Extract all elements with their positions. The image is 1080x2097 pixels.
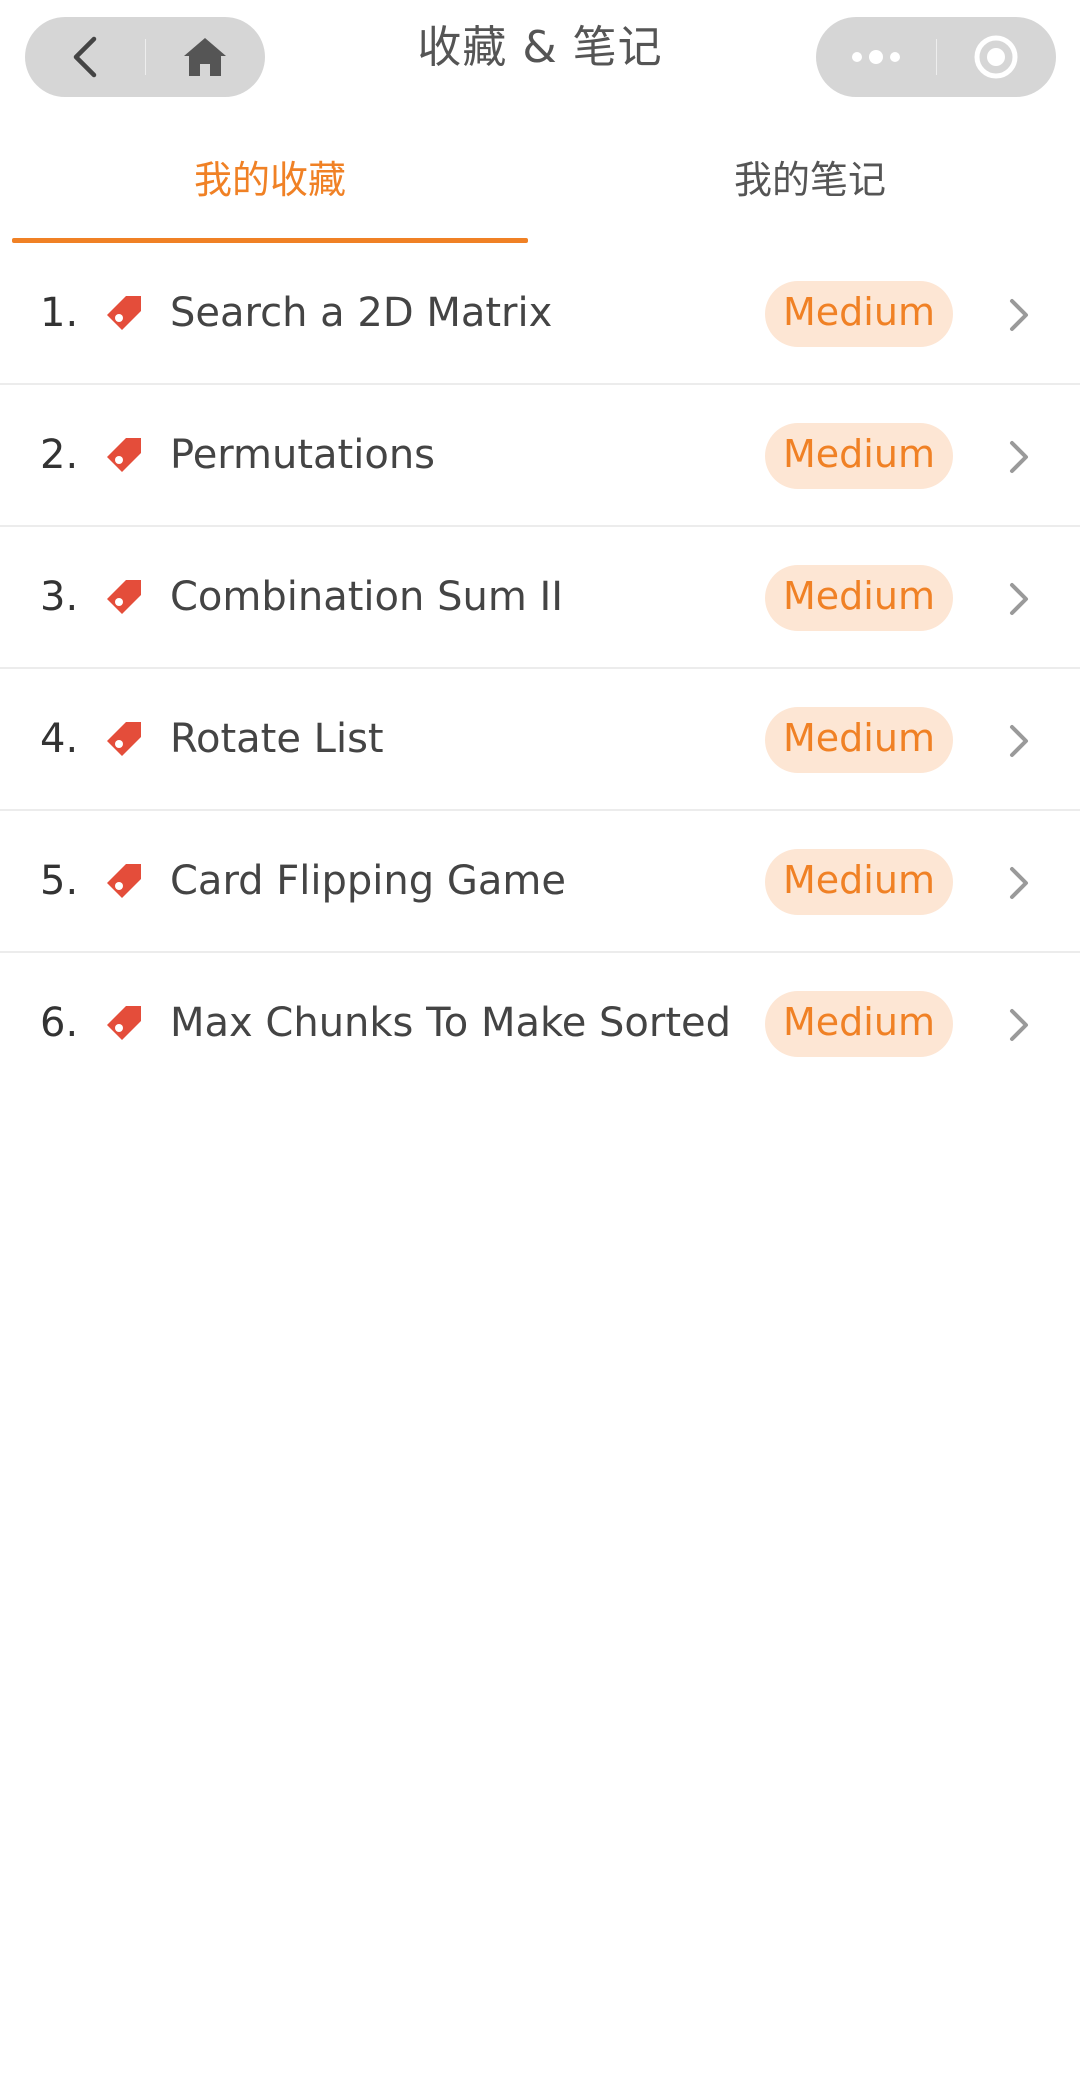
list-item[interactable]: 4. Rotate List Medium — [0, 669, 1080, 811]
capsule-close-icon — [974, 35, 1018, 79]
close-miniprogram-button[interactable] — [936, 17, 1056, 97]
chevron-right-icon — [1010, 725, 1028, 757]
back-arrow-icon — [73, 36, 97, 78]
home-button[interactable] — [145, 17, 265, 97]
item-number: 2. — [40, 432, 79, 478]
tab-my-notes[interactable]: 我的笔记 — [540, 130, 1080, 244]
more-dots-icon — [852, 50, 900, 64]
difficulty-badge: Medium — [765, 849, 953, 915]
chevron-right-icon — [1010, 299, 1028, 331]
right-capsule — [816, 17, 1056, 97]
list-item[interactable]: 1. Search a 2D Matrix Medium — [0, 243, 1080, 385]
chevron-right-icon — [1010, 1009, 1028, 1041]
item-number: 4. — [40, 716, 79, 762]
difficulty-badge: Medium — [765, 281, 953, 347]
list-item[interactable]: 3. Combination Sum II Medium — [0, 527, 1080, 669]
favorites-list: 1. Search a 2D Matrix Medium 2. Permutat… — [0, 243, 1080, 1095]
list-item[interactable]: 5. Card Flipping Game Medium — [0, 811, 1080, 953]
problem-title: Rotate List — [170, 716, 384, 762]
chevron-right-icon — [1010, 583, 1028, 615]
list-item[interactable]: 6. Max Chunks To Make Sorted Medium — [0, 953, 1080, 1095]
tag-icon — [107, 580, 141, 614]
chevron-right-icon — [1010, 441, 1028, 473]
top-navbar: 收藏 & 笔记 — [0, 0, 1080, 120]
problem-title: Combination Sum II — [170, 574, 564, 620]
page-title: 收藏 & 笔记 — [417, 22, 663, 73]
tab-my-favorites[interactable]: 我的收藏 — [0, 130, 540, 244]
problem-title: Card Flipping Game — [170, 858, 566, 904]
item-number: 3. — [40, 574, 79, 620]
item-number: 6. — [40, 1000, 79, 1046]
home-icon — [184, 38, 226, 76]
tab-bar: 我的收藏 我的笔记 — [0, 130, 1080, 244]
tag-icon — [107, 296, 141, 330]
tag-icon — [107, 1006, 141, 1040]
item-number: 5. — [40, 858, 79, 904]
problem-title: Permutations — [170, 432, 436, 478]
problem-title: Max Chunks To Make Sorted — [170, 1000, 732, 1046]
list-item[interactable]: 2. Permutations Medium — [0, 385, 1080, 527]
difficulty-badge: Medium — [765, 423, 953, 489]
more-button[interactable] — [816, 17, 936, 97]
problem-title: Search a 2D Matrix — [170, 290, 553, 336]
tag-icon — [107, 722, 141, 756]
item-number: 1. — [40, 290, 79, 336]
left-capsule — [25, 17, 265, 97]
chevron-right-icon — [1010, 867, 1028, 899]
difficulty-badge: Medium — [765, 707, 953, 773]
tag-icon — [107, 438, 141, 472]
back-button[interactable] — [25, 17, 145, 97]
difficulty-badge: Medium — [765, 565, 953, 631]
difficulty-badge: Medium — [765, 991, 953, 1057]
tag-icon — [107, 864, 141, 898]
